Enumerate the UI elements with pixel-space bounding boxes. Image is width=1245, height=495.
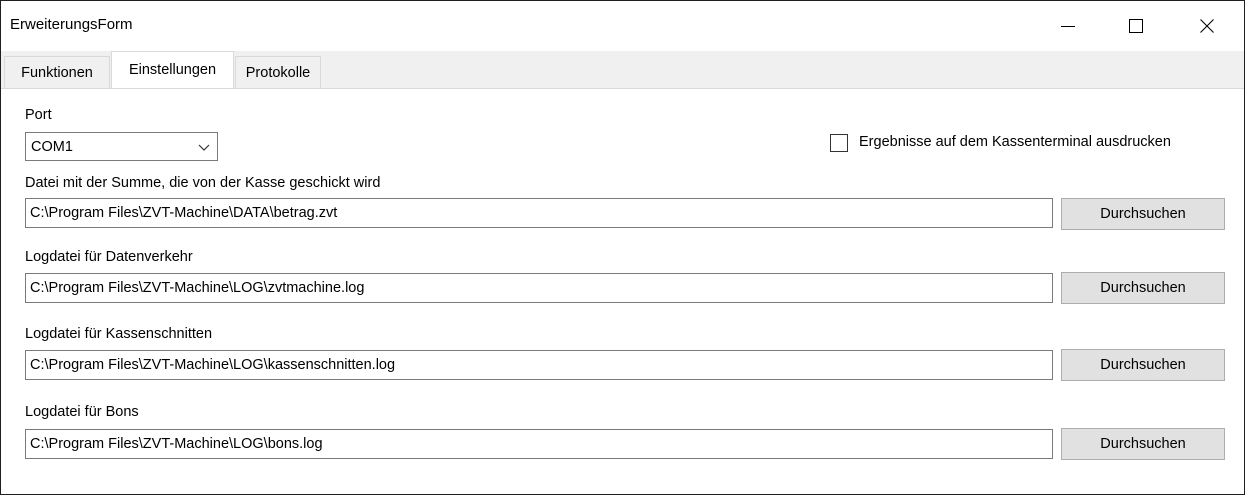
traffic-log-browse-button[interactable]: Durchsuchen bbox=[1061, 272, 1225, 304]
tab-label: Protokolle bbox=[245, 64, 311, 81]
app-window: ErweiterungsForm Funktionen Einstellunge… bbox=[0, 0, 1245, 495]
port-select-value: COM1 bbox=[31, 138, 73, 155]
tab-funktionen[interactable]: Funktionen bbox=[4, 56, 110, 88]
traffic-log-input[interactable]: C:\Program Files\ZVT-Machine\LOG\zvtmach… bbox=[25, 273, 1053, 303]
sum-file-label: Datei mit der Summe, die von der Kasse g… bbox=[25, 175, 381, 191]
button-label: Durchsuchen bbox=[1100, 436, 1186, 452]
maximize-button[interactable] bbox=[1113, 1, 1159, 51]
bons-log-input[interactable]: C:\Program Files\ZVT-Machine\LOG\bons.lo… bbox=[25, 429, 1053, 459]
cut-log-label: Logdatei für Kassenschnitten bbox=[25, 326, 213, 342]
print-results-checkbox[interactable] bbox=[830, 134, 848, 152]
minimize-icon bbox=[1061, 26, 1075, 27]
close-button[interactable] bbox=[1184, 1, 1230, 51]
port-label: Port bbox=[25, 107, 52, 123]
sum-file-value: C:\Program Files\ZVT-Machine\DATA\betrag… bbox=[30, 205, 338, 221]
bons-log-value: C:\Program Files\ZVT-Machine\LOG\bons.lo… bbox=[30, 436, 323, 452]
tab-protokolle[interactable]: Protokolle bbox=[235, 56, 321, 88]
sum-file-input[interactable]: C:\Program Files\ZVT-Machine\DATA\betrag… bbox=[25, 198, 1053, 228]
tab-strip: Funktionen Einstellungen Protokolle bbox=[1, 51, 1244, 88]
tab-label: Funktionen bbox=[21, 64, 93, 81]
button-label: Durchsuchen bbox=[1100, 206, 1186, 222]
cut-log-input[interactable]: C:\Program Files\ZVT-Machine\LOG\kassens… bbox=[25, 350, 1053, 380]
tab-label: Einstellungen bbox=[128, 62, 217, 78]
cut-log-value: C:\Program Files\ZVT-Machine\LOG\kassens… bbox=[30, 357, 396, 373]
print-results-label[interactable]: Ergebnisse auf dem Kassenterminal ausdru… bbox=[859, 134, 1171, 150]
cut-log-browse-button[interactable]: Durchsuchen bbox=[1061, 349, 1225, 381]
chevron-down-icon bbox=[198, 144, 210, 151]
maximize-icon bbox=[1129, 19, 1143, 33]
port-select[interactable]: COM1 bbox=[25, 132, 218, 161]
minimize-button[interactable] bbox=[1045, 1, 1091, 51]
tab-einstellungen[interactable]: Einstellungen bbox=[111, 51, 234, 88]
close-icon bbox=[1200, 19, 1214, 33]
button-label: Durchsuchen bbox=[1100, 280, 1186, 296]
bons-log-browse-button[interactable]: Durchsuchen bbox=[1061, 428, 1225, 460]
window-title: ErweiterungsForm bbox=[10, 16, 133, 33]
button-label: Durchsuchen bbox=[1100, 357, 1186, 373]
title-bar: ErweiterungsForm bbox=[1, 1, 1244, 51]
sum-file-browse-button[interactable]: Durchsuchen bbox=[1061, 198, 1225, 230]
bons-log-label: Logdatei für Bons bbox=[25, 404, 139, 420]
traffic-log-label: Logdatei für Datenverkehr bbox=[25, 249, 193, 265]
traffic-log-value: C:\Program Files\ZVT-Machine\LOG\zvtmach… bbox=[30, 280, 365, 296]
